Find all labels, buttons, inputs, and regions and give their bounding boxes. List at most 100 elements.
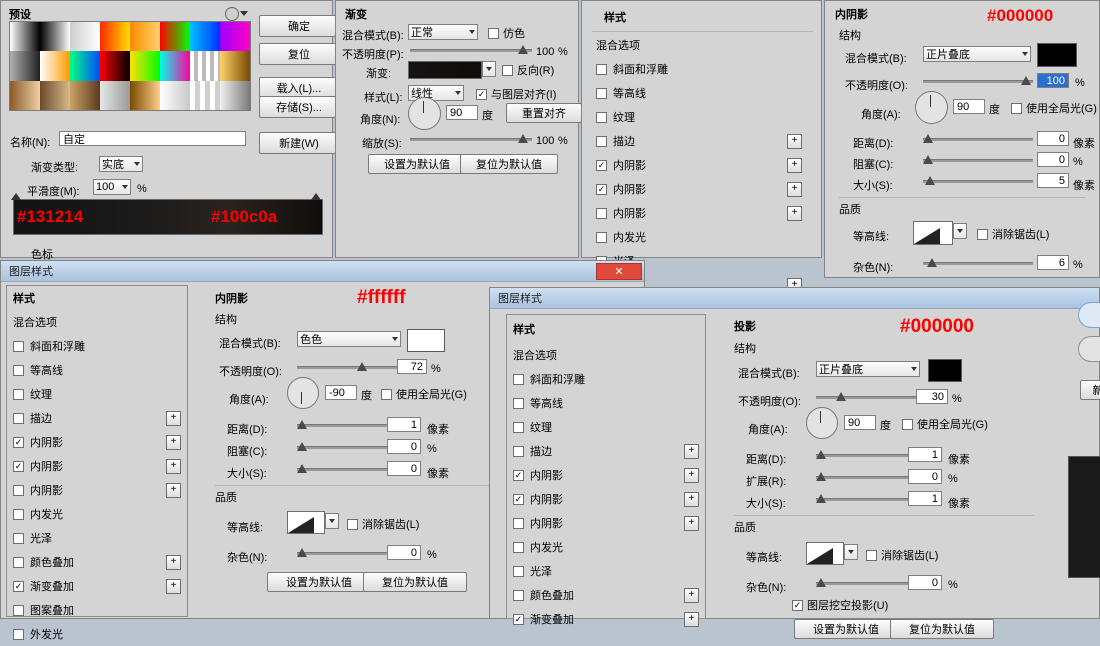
style-item-checkbox[interactable] xyxy=(513,613,524,625)
add-effect-icon[interactable]: + xyxy=(166,434,181,450)
style-item-checkbox[interactable] xyxy=(13,532,24,544)
style-list-item[interactable]: 内发光 xyxy=(590,225,808,249)
add-effect-icon[interactable]: + xyxy=(684,443,699,459)
size-input-top[interactable]: 5 xyxy=(1037,173,1069,188)
style-list-item[interactable]: 描边 + xyxy=(7,406,187,430)
add-effect-icon[interactable]: + xyxy=(787,181,802,197)
dither-checkbox[interactable] xyxy=(488,27,499,39)
style-list-item[interactable]: 纹理 xyxy=(590,105,808,129)
global-light-checkbox-right[interactable] xyxy=(902,418,913,430)
size-input-right[interactable]: 1 xyxy=(908,491,942,506)
contour-preview-right[interactable] xyxy=(806,542,844,565)
add-effect-icon[interactable]: + xyxy=(787,133,802,149)
style-list-item[interactable]: 纹理 xyxy=(7,382,187,406)
style-item-checkbox[interactable] xyxy=(596,231,607,243)
style-item-checkbox[interactable] xyxy=(513,493,524,505)
size-slider-top[interactable] xyxy=(923,175,1033,187)
size-input-left[interactable]: 0 xyxy=(387,461,421,476)
contour-dropdown-top[interactable] xyxy=(953,223,967,239)
style-list-item[interactable]: 内阴影 + xyxy=(590,177,808,201)
blend-mode-select-right[interactable]: 正片叠底 xyxy=(816,361,920,377)
blend-mode-select-left[interactable]: 色色 xyxy=(297,331,401,347)
close-icon[interactable]: ✕ xyxy=(596,263,642,280)
opacity-slider-right[interactable] xyxy=(816,391,922,403)
add-effect-icon[interactable]: + xyxy=(787,205,802,221)
global-light-checkbox-left[interactable] xyxy=(381,388,392,400)
style-item-checkbox[interactable] xyxy=(13,484,24,496)
antialias-checkbox-left[interactable] xyxy=(347,518,358,530)
preset-swatch-grid[interactable] xyxy=(9,21,251,111)
gradient-preview-dropdown[interactable] xyxy=(482,61,496,77)
style-list-item[interactable]: 颜色叠加 + xyxy=(7,550,187,574)
add-effect-icon[interactable]: + xyxy=(166,410,181,426)
opacity-input-top[interactable]: 100 xyxy=(1037,73,1069,88)
global-light-checkbox-top[interactable] xyxy=(1011,102,1022,114)
blend-mode-select-top[interactable]: 正片叠底 xyxy=(923,46,1031,62)
new-button[interactable]: 新建(W) xyxy=(259,132,339,154)
set-default-button-left[interactable]: 设置为默认值 xyxy=(267,572,371,592)
gear-icon-arrow[interactable] xyxy=(240,11,248,16)
style-item-checkbox[interactable] xyxy=(13,340,24,352)
style-item-checkbox[interactable] xyxy=(13,604,24,616)
style-list-item[interactable]: 等高线 xyxy=(7,358,187,382)
style-item-checkbox[interactable] xyxy=(596,87,607,99)
style-item-checkbox[interactable] xyxy=(513,517,524,529)
style-list-item[interactable]: 渐变叠加 + xyxy=(7,574,187,598)
add-effect-icon[interactable]: + xyxy=(684,611,699,627)
gradient-preview[interactable] xyxy=(408,61,482,79)
style-list-item[interactable]: 内阴影 + xyxy=(7,478,187,502)
style-list-item[interactable]: 内发光 xyxy=(7,502,187,526)
style-item-checkbox[interactable] xyxy=(13,412,24,424)
style-list-item[interactable]: 光泽 xyxy=(507,559,705,583)
add-effect-icon[interactable]: + xyxy=(166,554,181,570)
style-item-checkbox[interactable] xyxy=(596,183,607,195)
style-list-item[interactable]: 斜面和浮雕 xyxy=(7,334,187,358)
style-item-checkbox[interactable] xyxy=(13,628,24,640)
add-effect-icon[interactable]: + xyxy=(787,157,802,173)
add-effect-icon[interactable]: + xyxy=(684,467,699,483)
angle-dial-top[interactable] xyxy=(915,91,948,124)
style-item-checkbox[interactable] xyxy=(596,207,607,219)
distance-slider-right[interactable] xyxy=(816,449,922,461)
opacity-input-left[interactable]: 72 xyxy=(397,359,427,374)
style-item-checkbox[interactable] xyxy=(13,508,24,520)
reset-default-button[interactable]: 复位为默认值 xyxy=(460,154,558,174)
noise-slider-top[interactable] xyxy=(923,257,1033,269)
style-item-checkbox[interactable] xyxy=(13,364,24,376)
blending-options-right[interactable]: 混合选项 xyxy=(507,343,705,367)
style-list-item[interactable]: 光泽 xyxy=(7,526,187,550)
layer-style-titlebar-right[interactable]: 图层样式 xyxy=(490,288,1099,309)
style-list-item[interactable]: 斜面和浮雕 xyxy=(507,367,705,391)
style-list-item[interactable]: 外发光 xyxy=(7,622,187,646)
shadow-color-swatch-top[interactable] xyxy=(1037,43,1077,67)
smoothness-input[interactable]: 100 xyxy=(93,179,131,195)
add-effect-icon[interactable]: + xyxy=(684,587,699,603)
style-item-checkbox[interactable] xyxy=(13,460,24,472)
angle-input[interactable]: 90 xyxy=(446,105,478,120)
angle-dial-left[interactable] xyxy=(287,377,319,409)
style-list-item[interactable]: 内阴影 + xyxy=(507,511,705,535)
style-list-item[interactable]: 等高线 xyxy=(507,391,705,415)
distance-input-right[interactable]: 1 xyxy=(908,447,942,462)
style-list-item[interactable]: 内阴影 + xyxy=(7,454,187,478)
style-item-checkbox[interactable] xyxy=(596,111,607,123)
style-list-item[interactable]: 描边 + xyxy=(507,439,705,463)
opacity-slider-left[interactable] xyxy=(297,361,403,373)
style-list-item[interactable]: 内阴影 + xyxy=(507,487,705,511)
ok-button[interactable]: 确定 xyxy=(259,15,339,37)
set-default-button-right[interactable]: 设置为默认值 xyxy=(794,619,898,639)
noise-input-top[interactable]: 6 xyxy=(1037,255,1069,270)
spread-input-right[interactable]: 0 xyxy=(908,469,942,484)
angle-dial[interactable] xyxy=(408,97,441,130)
blend-mode-select[interactable]: 正常 xyxy=(408,24,478,40)
opacity-slider-top[interactable] xyxy=(923,75,1033,87)
layer-style-titlebar-left[interactable]: 图层样式 ✕ xyxy=(1,261,644,282)
blending-options-item-top[interactable]: 混合选项 xyxy=(590,33,820,57)
align-with-layer-checkbox[interactable] xyxy=(476,88,487,100)
size-slider-right[interactable] xyxy=(816,493,922,505)
style-item-checkbox[interactable] xyxy=(513,421,524,433)
add-effect-icon[interactable]: + xyxy=(166,578,181,594)
add-effect-icon[interactable]: + xyxy=(684,491,699,507)
distance-input-left[interactable]: 1 xyxy=(387,417,421,432)
knockout-checkbox-right[interactable] xyxy=(792,599,803,611)
